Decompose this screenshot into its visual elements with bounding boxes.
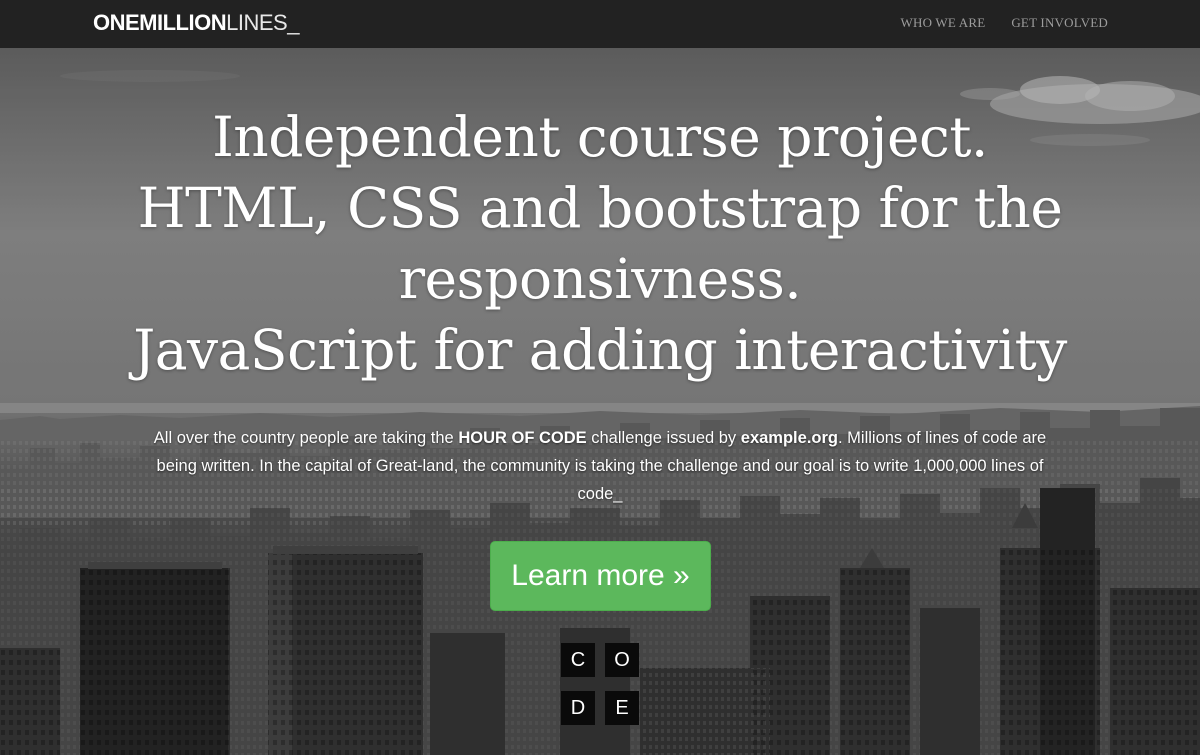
brand-bold: ONEMILLION bbox=[93, 10, 227, 35]
nav-link-who-we-are[interactable]: WHO WE ARE bbox=[901, 15, 986, 31]
hero-lead-paragraph: All over the country people are taking t… bbox=[135, 424, 1065, 508]
code-logo-letter: C bbox=[561, 643, 595, 677]
headline-line: Independent course project. bbox=[212, 105, 988, 169]
hero-headline: Independent course project. HTML, CSS an… bbox=[60, 102, 1140, 386]
brand-logo[interactable]: ONEMILLIONLINES_ bbox=[93, 10, 299, 36]
learn-more-button[interactable]: Learn more » bbox=[490, 541, 711, 611]
navbar: ONEMILLIONLINES_ WHO WE ARE GET INVOLVED bbox=[0, 0, 1200, 48]
headline-line: HTML, CSS and bootstrap for the bbox=[137, 176, 1063, 240]
headline-line: responsivness. bbox=[398, 247, 802, 311]
code-logo-letter: D bbox=[561, 691, 595, 725]
lead-text: challenge issued by bbox=[586, 429, 741, 447]
lead-strong-hour-of-code: HOUR OF CODE bbox=[458, 429, 587, 447]
lead-strong-example-org: example.org bbox=[740, 429, 838, 447]
code-logo-letter: E bbox=[605, 691, 639, 725]
brand-light: LINES_ bbox=[226, 10, 299, 35]
nav-links: WHO WE ARE GET INVOLVED bbox=[901, 15, 1108, 31]
headline-line: JavaScript for adding interactivity bbox=[133, 318, 1067, 382]
page: ONEMILLIONLINES_ WHO WE ARE GET INVOLVED bbox=[0, 0, 1200, 755]
nav-link-get-involved[interactable]: GET INVOLVED bbox=[1011, 15, 1108, 31]
lead-text: All over the country people are taking t… bbox=[153, 429, 459, 447]
code-logo[interactable]: C O D E bbox=[561, 643, 639, 727]
code-logo-letter: O bbox=[605, 643, 639, 677]
